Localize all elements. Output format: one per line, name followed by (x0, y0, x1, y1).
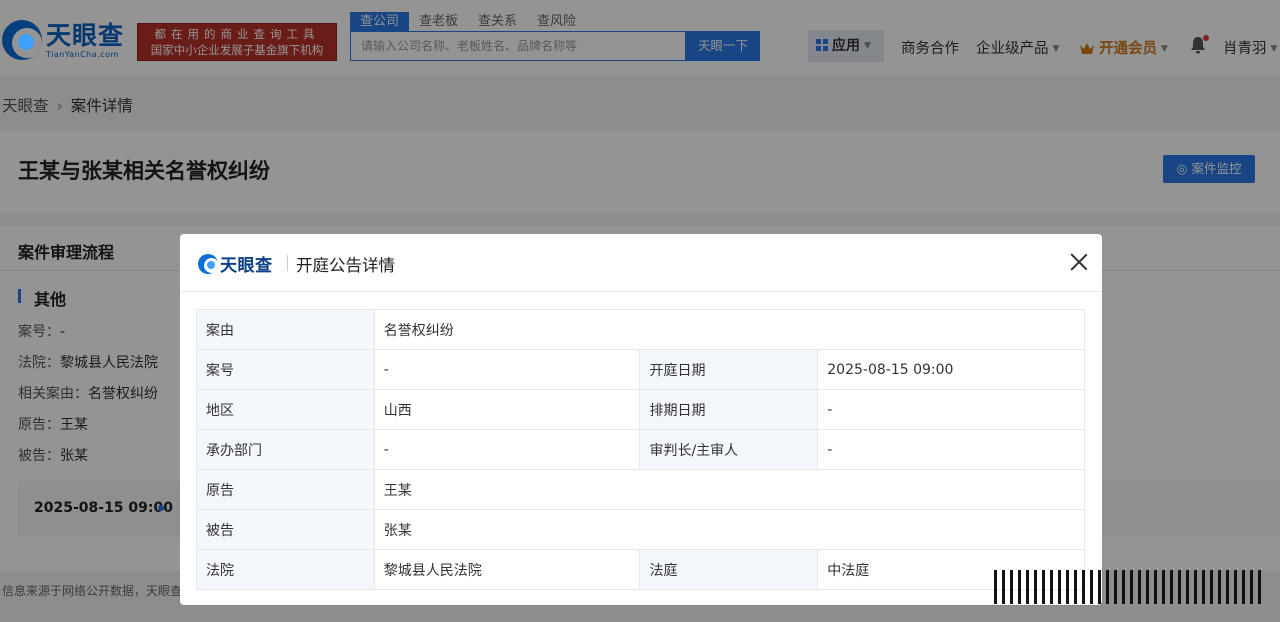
table-row: 法院 黎城县人民法院 法庭 中法庭 (196, 549, 1085, 590)
cell-label-schedule-date: 排期日期 (639, 389, 819, 430)
divider (287, 255, 288, 271)
table-row: 原告 王某 (196, 469, 1086, 510)
hearing-detail-table: 案由 名誉权纠纷 案号 - 开庭日期 2025-08-15 09:00 地区 山… (196, 309, 1086, 590)
table-row: 地区 山西 排期日期 - (196, 389, 1085, 430)
watermark-barcode (994, 570, 1266, 604)
modal-title: 开庭公告详情 (296, 256, 395, 275)
cell-label-case-no: 案号 (196, 349, 375, 390)
cell-label-judge: 审判长/主审人 (639, 429, 819, 470)
cell-label-plaintiff: 原告 (196, 469, 375, 510)
hearing-detail-modal: 天眼查 开庭公告详情 案由 名誉权纠纷 案号 - 开庭日期 2025-08-15… (180, 234, 1102, 605)
cell-value-dept: - (373, 429, 641, 470)
table-row: 案由 名誉权纠纷 (196, 309, 1086, 350)
logo-mark-icon (198, 253, 218, 274)
cell-value-defendant[interactable]: 张某 (373, 509, 1086, 550)
cell-value-region: 山西 (373, 389, 641, 430)
cell-value-plaintiff[interactable]: 王某 (373, 469, 1086, 510)
modal-logo-text: 天眼查 (220, 256, 273, 276)
cell-label-court: 法院 (196, 549, 375, 590)
cell-value-cause: 名誉权纠纷 (373, 309, 1086, 350)
table-row: 承办部门 - 审判长/主审人 - (196, 429, 1085, 470)
cell-label-cause: 案由 (196, 309, 375, 350)
close-icon[interactable] (1068, 251, 1090, 273)
cell-value-court[interactable]: 黎城县人民法院 (373, 549, 641, 590)
modal-header: 天眼查 开庭公告详情 (180, 234, 1102, 292)
cell-value-schedule-date: - (817, 389, 1085, 430)
modal-logo: 天眼查 (198, 251, 273, 276)
cell-value-hearing-date: 2025-08-15 09:00 (817, 349, 1085, 390)
cell-label-region: 地区 (196, 389, 375, 430)
cell-label-defendant: 被告 (196, 509, 375, 550)
cell-value-case-no: - (373, 349, 641, 390)
cell-label-dept: 承办部门 (196, 429, 375, 470)
cell-label-courtroom: 法庭 (639, 549, 819, 590)
table-row: 被告 张某 (196, 509, 1086, 550)
cell-label-hearing-date: 开庭日期 (639, 349, 819, 390)
table-row: 案号 - 开庭日期 2025-08-15 09:00 (196, 349, 1085, 390)
cell-value-judge: - (817, 429, 1085, 470)
